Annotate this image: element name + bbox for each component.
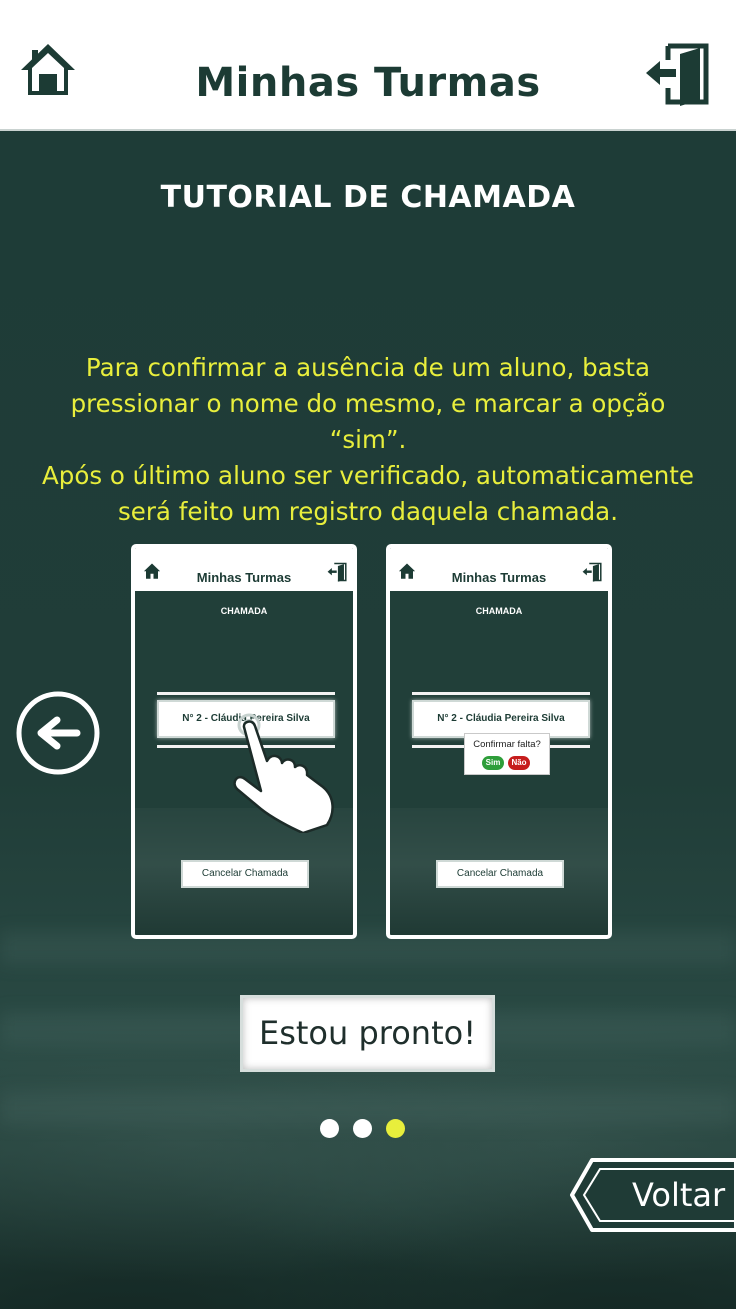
description-line: pressionar o nome do mesmo, e marcar a o… [70, 389, 666, 454]
app-header: Minhas Turmas [0, 0, 736, 131]
confirm-absence-popup: Confirmar falta? Sim Não [464, 733, 550, 775]
screen-title: Minhas Turmas [196, 570, 292, 585]
tutorial-screen-confirm: Minhas Turmas CHAMADA N° 2 - Cláudia Per… [386, 544, 612, 939]
description-line: Para confirmar a ausência de um aluno, b… [85, 353, 651, 382]
logout-button[interactable] [644, 42, 710, 106]
previous-page-button[interactable] [15, 688, 101, 778]
tutorial-description: Para confirmar a ausência de um aluno, b… [30, 350, 706, 530]
description-line: será feito um registro daquela chamada. [117, 497, 618, 526]
screen-section-title: CHAMADA [220, 606, 268, 616]
logout-door-icon [582, 562, 602, 582]
popup-question: Confirmar falta? [473, 739, 541, 750]
screen-header: Minhas Turmas [390, 548, 608, 591]
description-line: Após o último aluno ser verificado, auto… [42, 461, 694, 490]
tutorial-title: TUTORIAL DE CHAMADA [160, 180, 576, 215]
screen-title: Minhas Turmas [451, 570, 547, 585]
pager-dot-3-active[interactable] [386, 1119, 405, 1138]
no-button: Não [508, 756, 530, 770]
yes-button: Sim [482, 756, 504, 770]
logout-door-icon [646, 43, 709, 106]
pager-dot-1[interactable] [320, 1119, 339, 1138]
cancel-call-button: Cancelar Chamada [181, 860, 309, 888]
pager-dot-2[interactable] [353, 1119, 372, 1138]
divider [157, 692, 335, 695]
back-label: Voltar [632, 1176, 726, 1214]
tutorial-screen-tap: Minhas Turmas CHAMADA N° 2 - Cláudia Per… [131, 544, 357, 939]
page-title: Minhas Turmas [195, 60, 541, 106]
cancel-call-button: Cancelar Chamada [436, 860, 564, 888]
arrow-left-circle-icon [16, 691, 100, 775]
screen-section-title: CHAMADA [475, 606, 523, 616]
ready-button[interactable]: Estou pronto! [240, 995, 495, 1072]
tap-hand-icon [233, 713, 334, 833]
screen-header: Minhas Turmas [135, 548, 353, 591]
logout-door-icon [327, 562, 347, 582]
divider [412, 692, 590, 695]
